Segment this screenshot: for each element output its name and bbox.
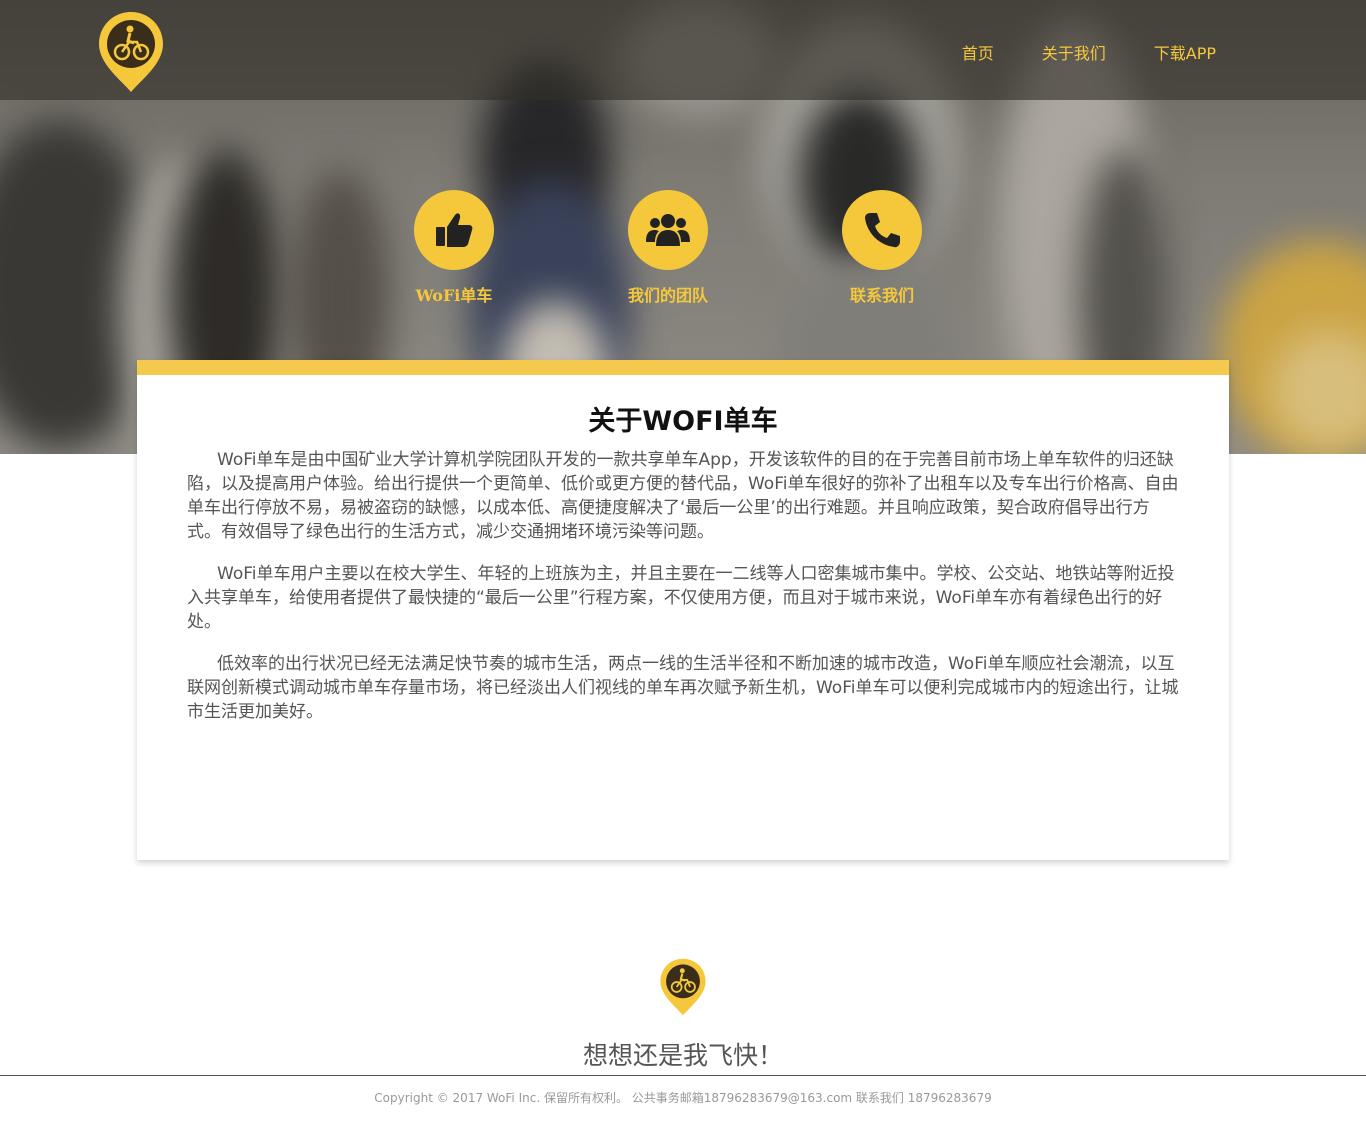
main-nav: 首页 关于我们 下载APP <box>962 40 1216 64</box>
feature-label: 我们的团队 <box>627 286 708 305</box>
nav-home[interactable]: 首页 <box>962 40 994 64</box>
team-icon[interactable] <box>628 190 708 270</box>
feature-wofi-bike[interactable]: WoFi单车 <box>394 190 514 306</box>
footer-divider <box>0 1075 1366 1076</box>
nav-about[interactable]: 关于我们 <box>1042 40 1106 64</box>
about-paragraph: WoFi单车是由中国矿业大学计算机学院团队开发的一款共享单车App，开发该软件的… <box>187 450 1179 542</box>
footer-slogan: 想想还是我飞快！ <box>582 1041 783 1070</box>
wofi-logo-icon[interactable] <box>97 10 165 94</box>
feature-contact-us[interactable]: 联系我们 <box>822 190 942 306</box>
about-paragraph: WoFi单车用户主要以在校大学生、年轻的上班族为主，并且主要在一二线等人口密集城… <box>187 564 1175 632</box>
thumbs-up-icon[interactable] <box>414 190 494 270</box>
about-paragraph: 低效率的出行状况已经无法满足快节奏的城市生活，两点一线的生活半径和不断加速的城市… <box>187 654 1179 722</box>
about-card: 关于WOFI单车 WoFi单车是由中国矿业大学计算机学院团队开发的一款共享单车A… <box>137 360 1229 860</box>
about-title: 关于WOFI单车 <box>588 406 778 437</box>
footer-logo-icon <box>659 957 707 1017</box>
feature-label: 联系我们 <box>849 286 914 305</box>
nav-download-app[interactable]: 下载APP <box>1154 40 1216 64</box>
phone-icon[interactable] <box>842 190 922 270</box>
footer-copyright: Copyright © 2017 WoFi Inc. 保留所有权利。 公共事务邮… <box>374 1091 992 1105</box>
feature-our-team[interactable]: 我们的团队 <box>608 190 728 306</box>
feature-label: WoFi单车 <box>415 286 493 305</box>
top-navbar: 首页 关于我们 下载APP <box>0 0 1366 100</box>
